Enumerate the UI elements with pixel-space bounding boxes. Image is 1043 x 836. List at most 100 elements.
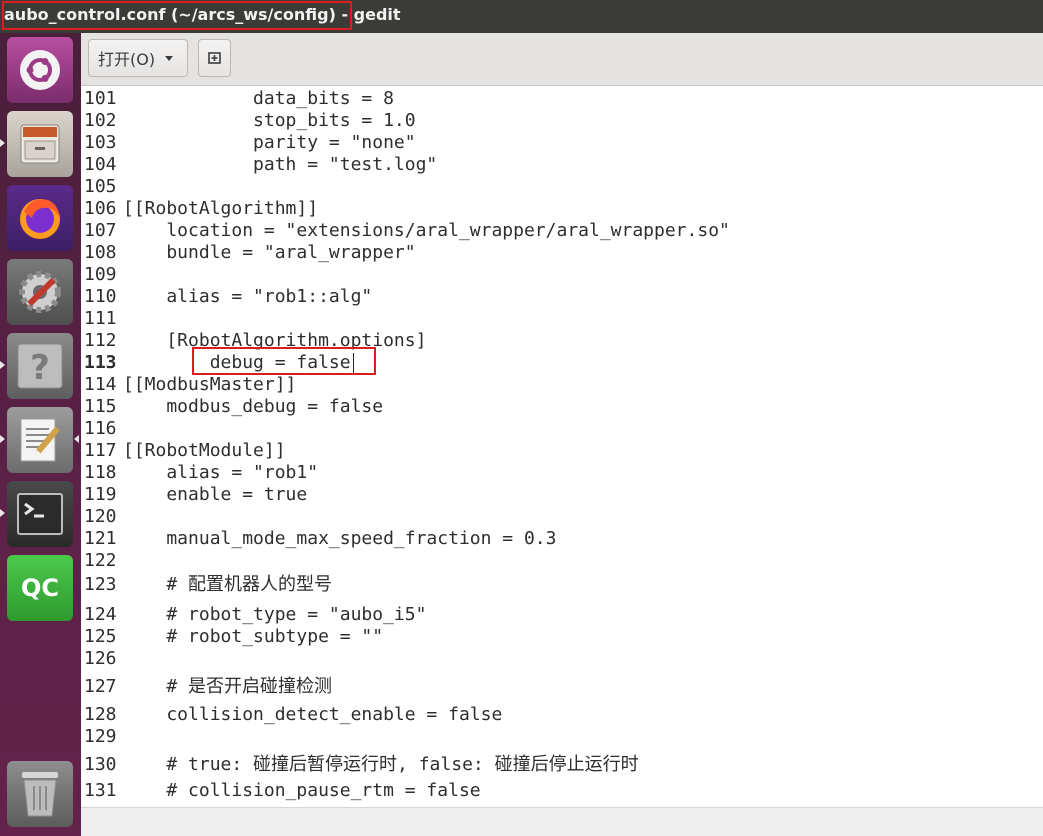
line-text: [[RobotAlgorithm]]	[123, 198, 319, 219]
line-number: 130	[84, 754, 117, 775]
firefox-logo-icon	[20, 199, 60, 239]
code-line[interactable]: 122	[81, 550, 1043, 572]
debug-highlight-box	[192, 347, 376, 375]
line-number: 113	[84, 352, 117, 373]
terminal-icon[interactable]	[7, 481, 73, 547]
code-line[interactable]: 104 path = "test.log"	[81, 154, 1043, 176]
unity-launcher: ? QC	[0, 33, 81, 836]
line-number: 117	[84, 440, 117, 461]
line-text: [[ModbusMaster]]	[123, 374, 297, 395]
line-number: 105	[84, 176, 117, 197]
notepad-pencil-icon	[20, 418, 60, 462]
line-text: data_bits = 8	[123, 88, 394, 109]
code-line[interactable]: 121 manual_mode_max_speed_fraction = 0.3	[81, 528, 1043, 550]
code-line[interactable]: 109	[81, 264, 1043, 286]
code-line[interactable]: 116	[81, 418, 1043, 440]
title-highlight-box	[2, 1, 352, 30]
code-line[interactable]: 124 # robot_type = "aubo_i5"	[81, 604, 1043, 626]
line-number: 128	[84, 704, 117, 725]
code-line[interactable]: 105	[81, 176, 1043, 198]
text-editor-area[interactable]: 101 data_bits = 8 102 stop_bits = 1.0 103 …	[81, 86, 1043, 807]
chevron-down-icon	[165, 55, 174, 61]
files-running-pip	[0, 139, 5, 147]
line-number: 131	[84, 780, 117, 801]
code-line[interactable]: 107 location = "extensions/aral_wrapper/…	[81, 220, 1043, 242]
code-line[interactable]: 127 # 是否开启碰撞检测	[81, 676, 1043, 698]
code-line[interactable]: 108 bundle = "aral_wrapper"	[81, 242, 1043, 264]
help-icon[interactable]: ?	[7, 333, 73, 399]
firefox-icon[interactable]	[7, 185, 73, 251]
code-line[interactable]: 115 modbus_debug = false	[81, 396, 1043, 418]
line-number: 116	[84, 418, 117, 439]
code-line[interactable]: 101 data_bits = 8	[81, 88, 1043, 110]
line-number: 122	[84, 550, 117, 571]
line-text: parity = "none"	[123, 132, 416, 153]
ubuntu-dash-icon[interactable]	[7, 37, 73, 103]
code-line[interactable]: 111	[81, 308, 1043, 330]
line-number: 120	[84, 506, 117, 527]
ubuntu-logo-icon	[20, 50, 60, 90]
code-line[interactable]: 129	[81, 726, 1043, 748]
line-number: 124	[84, 604, 117, 625]
line-number: 112	[84, 330, 117, 351]
code-line[interactable]: 119 enable = true	[81, 484, 1043, 506]
line-number: 119	[84, 484, 117, 505]
line-text: # robot_type = "aubo_i5"	[123, 604, 427, 625]
trash-icon[interactable]	[7, 761, 73, 827]
text-editor-icon[interactable]	[7, 407, 73, 473]
line-number: 129	[84, 726, 117, 747]
qt-creator-icon[interactable]: QC	[7, 555, 73, 621]
open-button[interactable]: 打开(O)	[88, 39, 188, 77]
code-line[interactable]: 131 # collision_pause_rtm = false	[81, 780, 1043, 802]
line-text: collision_detect_enable = false	[123, 704, 503, 725]
gedit-headerbar: 打开(O)	[81, 33, 1043, 86]
line-text: [[RobotModule]]	[123, 440, 286, 461]
line-text: alias = "rob1"	[123, 462, 319, 483]
code-line[interactable]: 123 # 配置机器人的型号	[81, 574, 1043, 596]
line-text: # 配置机器人的型号	[123, 574, 333, 595]
line-number: 110	[84, 286, 117, 307]
code-line[interactable]: 125 # robot_subtype = ""	[81, 626, 1043, 648]
line-text: enable = true	[123, 484, 308, 505]
line-text: stop_bits = 1.0	[123, 110, 416, 131]
line-text: # true: 碰撞后暂停运行时, false: 碰撞后停止运行时	[123, 754, 639, 775]
code-line[interactable]: 126	[81, 648, 1043, 670]
svg-text:?: ?	[30, 348, 50, 388]
new-document-button[interactable]	[198, 39, 231, 77]
code-line[interactable]: 106 [[RobotAlgorithm]]	[81, 198, 1043, 220]
title-app: gedit	[353, 5, 401, 24]
window-titlebar: aubo_control.conf (~/arcs_ws/config) - g…	[0, 0, 1043, 33]
line-text: # robot_subtype = ""	[123, 626, 384, 647]
line-number: 127	[84, 676, 117, 697]
code-line[interactable]: 130 # true: 碰撞后暂停运行时, false: 碰撞后停止运行时	[81, 754, 1043, 776]
files-icon[interactable]	[7, 111, 73, 177]
line-number: 118	[84, 462, 117, 483]
gedit-active-pip	[74, 435, 79, 443]
system-settings-icon[interactable]	[7, 259, 73, 325]
qc-logo-icon: QC	[20, 574, 59, 602]
line-number: 114	[84, 374, 117, 395]
line-text: # 是否开启碰撞检测	[123, 676, 333, 697]
code-line[interactable]: 120	[81, 506, 1043, 528]
gear-wrench-icon	[19, 271, 61, 313]
line-text: alias = "rob1::alg"	[123, 286, 373, 307]
line-number: 111	[84, 308, 117, 329]
line-number: 123	[84, 574, 117, 595]
code-line[interactable]: 103 parity = "none"	[81, 132, 1043, 154]
question-mark-icon: ?	[17, 343, 63, 389]
code-line[interactable]: 128 collision_detect_enable = false	[81, 704, 1043, 726]
line-text: bundle = "aral_wrapper"	[123, 242, 416, 263]
code-line[interactable]: 118 alias = "rob1"	[81, 462, 1043, 484]
line-number: 107	[84, 220, 117, 241]
new-document-icon	[207, 52, 221, 64]
line-number: 126	[84, 648, 117, 669]
line-number: 102	[84, 110, 117, 131]
line-number: 115	[84, 396, 117, 417]
code-line[interactable]: 102 stop_bits = 1.0	[81, 110, 1043, 132]
code-line[interactable]: 117 [[RobotModule]]	[81, 440, 1043, 462]
terminal-running-pip	[0, 509, 5, 517]
code-line[interactable]: 110 alias = "rob1::alg"	[81, 286, 1043, 308]
help-running-pip	[0, 361, 5, 369]
code-line[interactable]: 114 [[ModbusMaster]]	[81, 374, 1043, 396]
status-bar	[81, 807, 1043, 836]
